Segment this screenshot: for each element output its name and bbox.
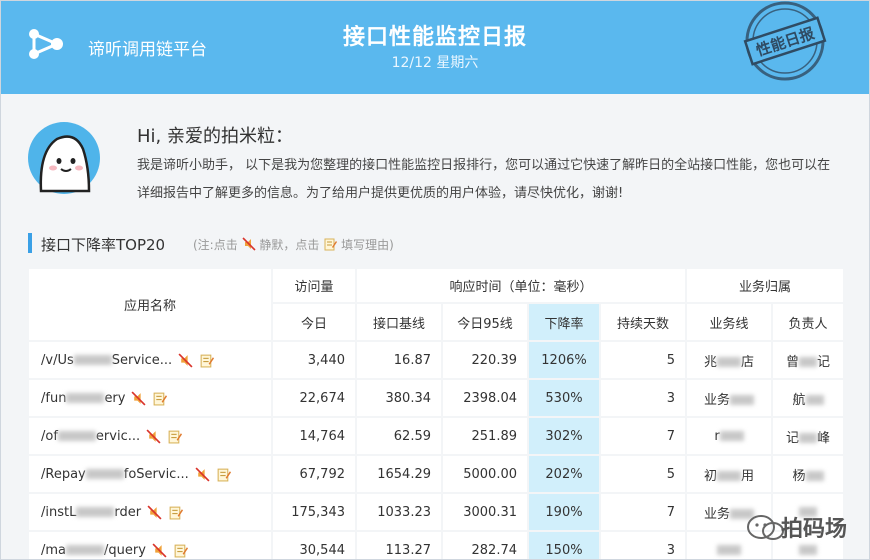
drop-rate-cell: 202% — [527, 454, 601, 494]
memo-icon[interactable] — [168, 505, 184, 520]
table-row: /of ervic... 14,764 62.59 251.89 302% 7 r 记峰 — [27, 416, 846, 456]
p95-cell: 282.74 — [441, 530, 529, 559]
intro-message: 我是谛听小助手， 以下是我为您整理的接口性能监控日报排行，您可以通过它快速了解昨… — [137, 158, 831, 201]
app-name-cell[interactable]: /Repay foServic... — [27, 454, 273, 494]
mute-icon[interactable] — [195, 466, 210, 482]
greeting-text: Hi, 亲爱的拍米粒： — [137, 126, 293, 147]
memo-icon — [324, 238, 338, 251]
days-cell: 3 — [598, 530, 688, 559]
drop-rate-cell: 150% — [527, 530, 601, 559]
mute-icon[interactable] — [178, 352, 193, 368]
visits-cell: 14,764 — [271, 416, 357, 456]
days-cell: 5 — [598, 340, 688, 380]
table-row: /Repay foServic... 67,792 1654.29 5000.00 202… — [27, 454, 846, 494]
drop-rate-cell: 190% — [527, 492, 601, 532]
header-today: 今日 — [271, 302, 357, 342]
daily-report-stamp-icon: 性能日报 — [743, 1, 827, 81]
header-business: 业务归属 — [685, 267, 846, 304]
watermark-text: 拍码场 — [781, 517, 848, 542]
header-baseline: 接口基线 — [355, 302, 443, 342]
p95-cell: 3000.31 — [441, 492, 529, 532]
business-line-cell: 业务 — [685, 378, 774, 418]
p95-cell: 5000.00 — [441, 454, 529, 494]
memo-icon[interactable] — [167, 429, 183, 444]
app-name-cell[interactable]: /v/Us Service... — [27, 340, 273, 380]
app-name-cell[interactable]: /ma/query — [27, 530, 273, 559]
owner-cell: 曾记 — [771, 340, 846, 380]
header-drop-rate: 下降率 — [527, 302, 601, 342]
business-line-cell: r — [685, 416, 774, 456]
visits-cell: 30,544 — [271, 530, 357, 559]
header-business-line: 业务线 — [685, 302, 774, 342]
header-days: 持续天数 — [598, 302, 688, 342]
report-frame: 谛听调用链平台 接口性能监控日报 12/12 星期六 性能日报 Hi, 亲爱的拍… — [0, 0, 870, 560]
mute-icon[interactable] — [152, 542, 167, 558]
baseline-cell: 16.87 — [355, 340, 443, 380]
owner-cell: 记峰 — [771, 416, 846, 456]
days-cell: 3 — [598, 378, 688, 418]
app-name-cell[interactable]: /instL rder — [27, 492, 273, 532]
assistant-avatar — [28, 122, 100, 194]
days-cell: 7 — [598, 416, 688, 456]
mute-icon[interactable] — [146, 428, 161, 444]
days-cell: 7 — [598, 492, 688, 532]
p95-cell: 251.89 — [441, 416, 529, 456]
baseline-cell: 113.27 — [355, 530, 443, 559]
header-visits: 访问量 — [271, 267, 357, 304]
header-p95: 今日95线 — [441, 302, 529, 342]
memo-icon[interactable] — [216, 467, 231, 482]
business-line-cell: 兆店 — [685, 340, 774, 380]
section-title: 接口下降率TOP20 — [41, 236, 166, 254]
drop-rate-cell: 530% — [527, 378, 601, 418]
baseline-cell: 62.59 — [355, 416, 443, 456]
section-accent-bar — [28, 233, 32, 253]
p95-cell: 2398.04 — [441, 378, 529, 418]
app-name-cell[interactable]: /fun ery — [27, 378, 273, 418]
section-note: (注:点击 静默，点击 填写理由) — [193, 236, 394, 253]
days-cell: 5 — [598, 454, 688, 494]
note-mute-text: 静默，点击 — [259, 238, 320, 252]
baseline-cell: 1654.29 — [355, 454, 443, 494]
report-header: 谛听调用链平台 接口性能监控日报 12/12 星期六 性能日报 — [1, 1, 869, 94]
note-prefix: (注:点击 — [193, 238, 238, 252]
header-app-name: 应用名称 — [27, 267, 273, 342]
note-reason-text: 填写理由) — [341, 238, 394, 252]
memo-icon[interactable] — [173, 543, 188, 558]
owner-cell: 杨 — [771, 454, 846, 494]
owner-cell: 航 — [771, 378, 846, 418]
visits-cell: 67,792 — [271, 454, 357, 494]
mute-icon — [241, 237, 256, 251]
visits-cell: 3,440 — [271, 340, 357, 380]
table-row: /fun ery 22,674 380.34 2398.04 530% 3 业务航 — [27, 378, 846, 418]
memo-icon[interactable] — [199, 353, 215, 368]
header-owner: 负责人 — [771, 302, 846, 342]
baseline-cell: 1033.23 — [355, 492, 443, 532]
baseline-cell: 380.34 — [355, 378, 443, 418]
app-name-cell[interactable]: /of ervic... — [27, 416, 273, 456]
visits-cell: 22,674 — [271, 378, 357, 418]
memo-icon[interactable] — [152, 391, 168, 406]
mute-icon[interactable] — [131, 390, 147, 406]
drop-rate-cell: 1206% — [527, 340, 601, 380]
p95-cell: 220.39 — [441, 340, 529, 380]
visits-cell: 175,343 — [271, 492, 357, 532]
business-line-cell: 初用 — [685, 454, 774, 494]
table-row: /v/Us Service... 3,440 16.87 220.39 1206% 5 兆店曾… — [27, 340, 846, 380]
drop-rate-cell: 302% — [527, 416, 601, 456]
header-response-time: 响应时间（单位：毫秒） — [354, 267, 688, 304]
mute-icon[interactable] — [147, 504, 162, 520]
